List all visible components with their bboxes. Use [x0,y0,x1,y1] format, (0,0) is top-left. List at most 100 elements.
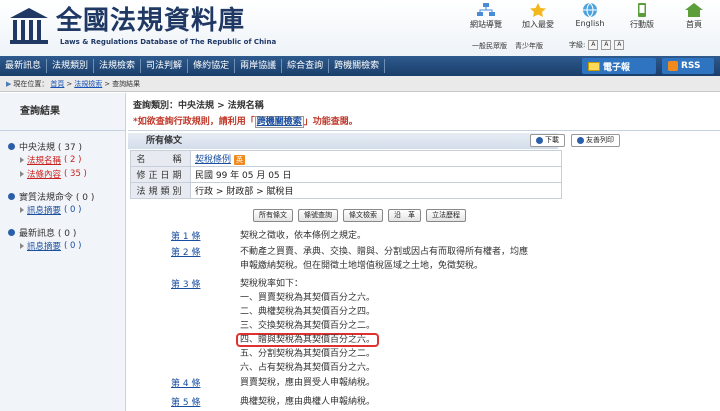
sitemap-icon [477,3,495,16]
breadcrumb: ▶ 現在位置： 首頁 > 法規檢索 > 查詢結果 [0,76,720,92]
mail-icon [588,61,600,71]
article-number-search-button[interactable]: 條號查詢 [298,209,338,222]
english-version-badge[interactable]: 英 [234,155,246,165]
top-link-favorite[interactable]: 加入最愛 [512,0,564,34]
site-subtitle: Laws & Regulations Database of The Repub… [60,38,277,46]
site-title[interactable]: 全國法規資料庫 [56,4,245,38]
history-button[interactable]: 沿 革 [388,209,421,222]
breadcrumb-label: 現在位置： [13,79,49,88]
general-version-link[interactable]: 一般民眾版 [472,41,507,51]
section-title: 所有條文 [128,133,558,149]
sidebar-group-title: 實質法規命令 ( 0 ) [19,192,95,203]
font-size-control: 字級: A A A [569,40,625,50]
print-icon [577,137,584,144]
main-content: 查詢類別：中央法規 > 法規名稱 *如欲查詢行政規則，請利用「 跨機關檢索 」功能查… [128,93,720,411]
nav-law-categories[interactable]: 法規類別 [47,59,95,73]
nav-law-search[interactable]: 法規檢索 [94,59,142,73]
mobile-icon [638,3,646,17]
download-button[interactable]: 下載 [530,134,565,147]
date-value: 民國 99 年 05 月 05 日 [190,166,562,183]
nav-cross-agency[interactable]: 跨機關檢索 [329,59,386,73]
site-header: 全國法規資料庫 Laws & Regulations Database of T… [0,0,720,56]
bullet-icon [8,228,15,236]
arrow-right-icon [20,207,24,213]
rss-label: RSS [681,61,701,71]
print-button[interactable]: 友善列印 [571,134,620,147]
breadcrumb-law-search[interactable]: 法規檢索 [74,79,102,89]
nav-treaties[interactable]: 條約協定 [188,59,236,73]
top-link-label: English [575,19,605,28]
sidebar-item-law-name[interactable]: 法規名稱 ( 2 ) [8,153,125,167]
table-row: 法規類別 行政 > 財政部 > 賦稅目 [130,182,562,199]
top-link-english[interactable]: English [564,0,616,34]
font-large-icon[interactable]: A [614,40,625,50]
top-link-label: 行動版 [630,20,654,29]
highlighted-line: 四、贈與契稅為其契價百分之六。 [236,333,380,347]
breadcrumb-arrow-icon: ▶ [6,79,12,88]
sidebar-item-news-summary[interactable]: 訊息摘要 ( 0 ) [8,239,125,253]
category-value: 行政 > 財政部 > 賦稅目 [190,182,562,199]
star-icon [530,3,546,17]
breadcrumb-home[interactable]: 首頁 [50,79,64,89]
nav-judicial[interactable]: 司法判解 [141,59,189,73]
query-note: *如欲查詢行政規則，請利用「 跨機關檢索 」功能查閱。 [133,116,358,128]
article-tools: 所有條文 條號查詢 條文檢索 沿 革 立法歷程 [253,209,466,222]
all-articles-button[interactable]: 所有條文 [253,209,293,222]
sidebar-group-regulations: 實質法規命令 ( 0 ) 訊息摘要 ( 0 ) [0,189,125,217]
category-label: 法規類別 [130,182,191,199]
table-row: 名 稱 契稅條例英 [130,150,562,167]
article-number-link[interactable]: 第 5 條 [171,395,200,408]
sidebar-group-news: 最新訊息 ( 0 ) 訊息摘要 ( 0 ) [0,225,125,253]
font-size-label: 字級: [569,41,586,49]
query-category: 查詢類別：中央法規 > 法規名稱 [133,101,264,111]
table-row: 修正日期 民國 99 年 05 月 05 日 [130,166,562,183]
nav-cross-strait[interactable]: 兩岸協議 [235,59,283,73]
rss-button[interactable]: RSS [662,58,714,74]
legislative-history-button[interactable]: 立法歷程 [426,209,466,222]
arrow-right-icon [20,171,24,177]
top-link-label: 加入最愛 [522,20,554,29]
arrow-right-icon [20,157,24,163]
article-number-link[interactable]: 第 2 條 [171,245,200,258]
bullet-icon [8,192,15,200]
sidebar-group-title: 最新訊息 ( 0 ) [19,228,77,239]
nav-latest-news[interactable]: 最新訊息 [0,59,48,73]
breadcrumb-current: 查詢結果 [112,79,141,88]
top-links: 網站導覽 加入最愛 English 行動版 首頁 [460,0,720,34]
top-link-mobile[interactable]: 行動版 [616,0,668,34]
article-search-button[interactable]: 條文檢索 [343,209,383,222]
page: 全國法規資料庫 Laws & Regulations Database of T… [0,0,720,411]
font-small-icon[interactable]: A [588,40,599,50]
cross-agency-link[interactable]: 跨機關檢索 [254,116,304,128]
youth-version-link[interactable]: 青少年版 [515,41,543,51]
bullet-icon [8,142,15,150]
top-link-sitemap[interactable]: 網站導覽 [460,0,512,34]
main-nav: 最新訊息 法規類別 法規檢索 司法判解 條約協定 兩岸協議 綜合查詢 跨機關檢索… [0,56,720,76]
top-link-label: 網站導覽 [470,20,502,29]
download-icon [536,137,543,144]
home-icon [685,3,703,17]
nav-general-query[interactable]: 綜合查詢 [282,59,330,73]
sidebar-title: 查詢結果 [0,93,125,131]
name-label: 名 稱 [130,150,191,167]
article-number-link[interactable]: 第 3 條 [171,277,200,290]
sidebar-item-article-content[interactable]: 法條內容 ( 35 ) [8,167,125,181]
sidebar-group-central: 中央法規 ( 37 ) 法規名稱 ( 2 ) 法條內容 ( 35 ) [0,139,125,181]
article-number-link[interactable]: 第 4 條 [171,376,200,389]
epaper-button[interactable]: 電子報 [582,58,656,74]
rss-icon [668,61,678,71]
section-actions: 下載 友善列印 [530,134,620,147]
results-sidebar: 查詢結果 中央法規 ( 37 ) 法規名稱 ( 2 ) 法條內容 ( 35 ) … [0,93,126,411]
law-name-link[interactable]: 契稅條例 [195,155,231,165]
law-info-table: 名 稱 契稅條例英 修正日期 民國 99 年 05 月 05 日 法規類別 行政… [130,150,562,199]
top-link-label: 首頁 [686,20,702,29]
building-logo-icon [10,8,48,44]
font-medium-icon[interactable]: A [601,40,612,50]
top-link-home[interactable]: 首頁 [668,0,720,34]
version-links: 一般民眾版 青少年版 [472,41,543,51]
article-number-link[interactable]: 第 1 條 [171,229,200,242]
sidebar-group-title: 中央法規 ( 37 ) [19,142,83,153]
date-label: 修正日期 [130,166,191,183]
query-info: 查詢類別：中央法規 > 法規名稱 *如欲查詢行政規則，請利用「 跨機關檢索 」功能查… [128,93,720,131]
sidebar-item-summary[interactable]: 訊息摘要 ( 0 ) [8,203,125,217]
